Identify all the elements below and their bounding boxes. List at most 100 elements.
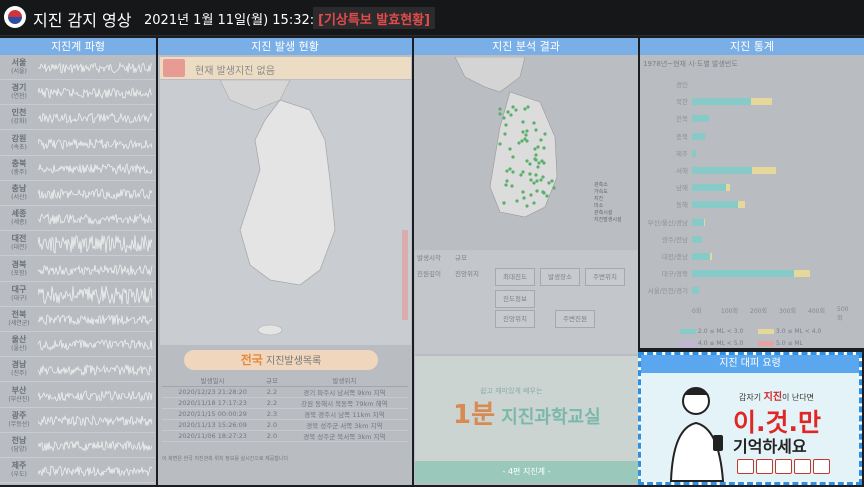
quake-cell: 2020/11/15 00:00:29: [162, 408, 264, 420]
station-dot: [502, 116, 506, 120]
analysis-field: 진앙위치: [495, 310, 535, 328]
station-label: 충남 (서산): [3, 184, 35, 202]
evacuation-tips-panel[interactable]: 지진 대피 요령 갑자기 지진이 난다면 이.것.만 기억하세요: [638, 352, 862, 485]
quake-col-header: 규모: [263, 375, 281, 387]
stats-row: 충북: [640, 130, 864, 144]
station-dot: [529, 178, 533, 182]
analysis-label: 규모: [455, 254, 467, 262]
waveform-row: 대전 (대전): [0, 233, 155, 257]
analysis-panel-header: 지진 분석 결과: [414, 38, 638, 55]
page-title: 지진 감지 영상: [33, 11, 132, 30]
analysis-field: 주변위치: [585, 268, 625, 286]
station-site: (연천): [11, 93, 27, 101]
stats-tick: 200회: [750, 308, 767, 315]
station-dot: [529, 193, 533, 197]
table-row[interactable]: 2020/11/15 00:00:29 2.3 경북 경주시 남쪽 11km 지역: [162, 408, 408, 420]
station-dot: [502, 201, 506, 205]
tip-card-icon: [737, 459, 754, 474]
station-site: (대전): [11, 244, 27, 252]
waveform-trace: [38, 112, 153, 125]
station-site: (진주): [11, 370, 27, 378]
station-site: (우도): [11, 471, 27, 479]
stats-region-label: 서해: [676, 167, 688, 175]
station-dot: [525, 204, 529, 208]
waveform-row: 경기 (연천): [0, 82, 155, 106]
quake-cell: 경북 성주군 북서쪽 3km 지역: [280, 430, 408, 442]
stats-region-label: 대전/충남: [661, 253, 688, 261]
stats-row: 제주: [640, 147, 864, 161]
waveform-row: 인천 (강화): [0, 107, 155, 131]
stats-bar: [692, 270, 795, 278]
waveform-row: 전남 (담양): [0, 435, 155, 458]
table-row[interactable]: 2020/11/13 15:26:09 2.0 경북 성주군 서쪽 3km 지역: [162, 419, 408, 431]
table-row[interactable]: 2020/11/18 17:17:23 2.2 강원 동해시 북동쪽 79km 해역: [162, 397, 408, 409]
stats-bar: [692, 115, 709, 123]
tips-remember-text: 기억하세요: [733, 437, 807, 456]
quake-cell: 2.0: [263, 419, 281, 431]
waveform-row: 충남 (서산): [0, 183, 155, 206]
station-dot: [534, 128, 538, 132]
science-class-banner[interactable]: 쉽고 재미있게 배우는 1분 지진과학교실 - 4편 지진계 -: [415, 356, 638, 483]
stats-region-label: 부산/울산/경남: [647, 218, 688, 227]
station-dot: [545, 194, 549, 198]
waveform-trace: [38, 162, 153, 176]
stats-legend-item: 5.0 ≤ ML: [758, 340, 803, 347]
legend-item: 관측시설: [594, 210, 613, 216]
stats-row: 부산/울산/경남: [640, 216, 864, 230]
station-label: 경기 (연천): [3, 83, 35, 101]
quake-cell: 2.0: [263, 430, 281, 442]
station-site: (부산진): [8, 395, 30, 403]
station-dot: [534, 153, 538, 157]
stats-row: 동해: [640, 198, 864, 212]
station-site: (충주): [11, 168, 27, 176]
analysis-legend: 관측소 가속도 지진 미소 관측시설 지진발생시설: [594, 182, 634, 224]
station-site: (무등산): [8, 420, 30, 428]
quake-list-title: 전국 지진발생목록: [184, 350, 378, 370]
megaphone-icon: [163, 59, 185, 77]
station-dot: [535, 179, 539, 183]
tip-card-icon: [756, 459, 773, 474]
waveform-panel: 지진계 파형 서울 (서울) 경기 (연천) 인천 (강화) 강원 (속초) 충북 (충주) 충남(…: [0, 38, 156, 485]
stats-legend-item: 3.0 ≤ ML < 4.0: [758, 328, 821, 335]
waveform-row: 경북 (포항): [0, 259, 155, 282]
station-label: 강원 (속초): [3, 134, 35, 152]
stats-bar: [794, 270, 810, 278]
tips-cards: [737, 459, 832, 478]
station-site: (울산): [11, 345, 27, 353]
korea-map[interactable]: [160, 79, 411, 345]
stats-region-label: 제주: [676, 149, 688, 158]
station-dot: [539, 138, 543, 142]
waveform-trace: [38, 61, 153, 74]
station-dot: [532, 121, 536, 125]
stats-bar: [750, 98, 772, 106]
quake-cell: 2020/11/06 18:27:23: [162, 430, 264, 442]
table-row[interactable]: 2020/11/06 18:27:23 2.0 경북 성주군 북서쪽 3km 지역: [162, 430, 408, 442]
station-dot: [521, 130, 525, 134]
analysis-label: 진원깊이: [417, 270, 441, 278]
legend-swatch: [680, 329, 696, 334]
station-dot: [519, 173, 523, 177]
station-site: (대구): [11, 294, 27, 302]
table-row[interactable]: 2020/12/23 21:28:20 2.2 경기 파주시 남서쪽 9km 지역: [162, 386, 408, 398]
station-name: 전남: [11, 436, 27, 445]
weather-alert-button[interactable]: [기상특보 발효현황]: [313, 7, 436, 29]
stats-bar: [692, 201, 739, 209]
stats-tick: 500회: [837, 306, 849, 322]
legend-label: 4.0 ≤ ML < 5.0: [698, 340, 744, 347]
station-name: 경북: [11, 259, 27, 269]
station-name: 충북: [11, 158, 27, 168]
waveform-trace: [38, 235, 153, 255]
station-dot: [514, 108, 518, 112]
station-dot: [505, 179, 509, 183]
stats-region-label: 북한: [676, 98, 688, 107]
station-dot: [536, 165, 540, 169]
stats-tick: 0회: [692, 308, 702, 315]
station-dot: [537, 161, 541, 165]
stats-region-label: 남해: [676, 184, 688, 193]
station-dot: [532, 181, 536, 185]
station-dot: [533, 147, 537, 151]
station-dot: [498, 142, 502, 146]
stats-bar: [692, 184, 726, 192]
station-dot: [509, 113, 513, 117]
quake-list-note: 이 화면은 한국 지진관측 위치 정보를 실시간으로 제공합니다: [162, 456, 289, 462]
